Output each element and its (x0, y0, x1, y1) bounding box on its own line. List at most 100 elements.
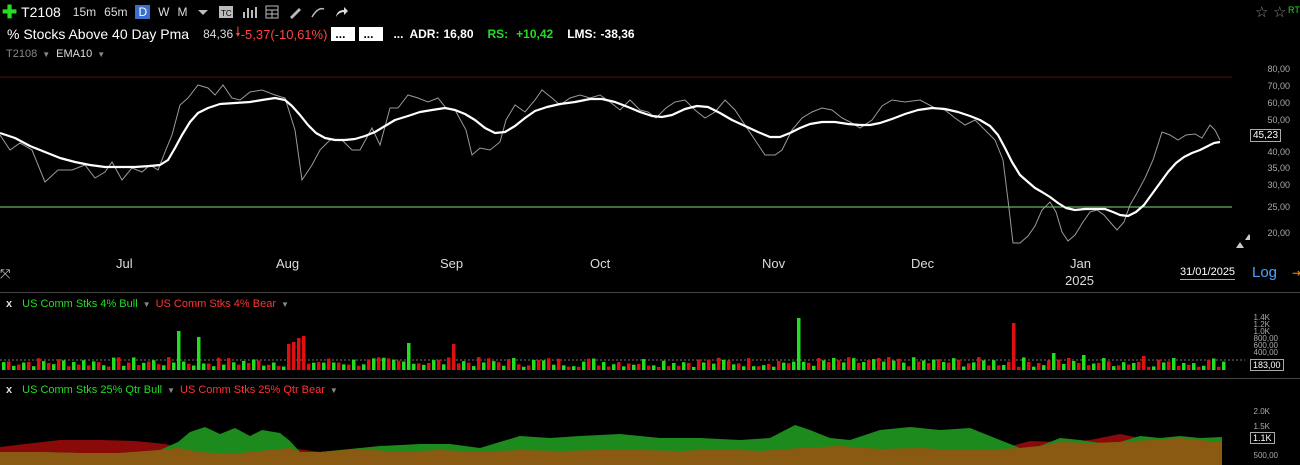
panel-divider[interactable] (0, 378, 1300, 379)
histogram-bar (622, 366, 626, 370)
x-label-jul: Jul (116, 256, 133, 271)
calculator-icon[interactable] (264, 5, 280, 19)
histogram-bar (447, 357, 451, 370)
histogram-bar (602, 362, 606, 370)
y-tick: 1.5K (1253, 422, 1270, 431)
close-icon[interactable]: x (6, 298, 12, 310)
share-icon[interactable] (333, 5, 349, 19)
histogram-bar (902, 362, 906, 370)
chevron-down-icon[interactable]: ▼ (330, 386, 338, 395)
histogram-bar (1122, 362, 1126, 370)
bear-4pct-label[interactable]: US Comm Stks 4% Bear (156, 298, 276, 310)
histogram-bar (357, 365, 361, 370)
realtime-icon[interactable]: RT (1288, 5, 1300, 15)
histogram-bar (317, 362, 321, 370)
histogram-bar (1207, 359, 1211, 370)
histogram-bar (1052, 353, 1056, 370)
chart-toolbar: ✚ T2108 15m 65m D W M TC (0, 0, 1300, 24)
histogram-bar (512, 358, 516, 370)
histogram-bar (867, 359, 871, 370)
histogram-bar (747, 358, 751, 370)
histogram-bar (992, 360, 996, 370)
histogram-bar (962, 366, 966, 370)
histogram-bar (1062, 363, 1066, 370)
histogram-bar (977, 357, 981, 370)
histogram-bar (767, 363, 771, 370)
y-tick: 70,00 (1267, 81, 1290, 91)
histogram-bar (47, 362, 51, 370)
histogram-bar (837, 360, 841, 370)
histogram-bar (282, 366, 286, 370)
panel2-current-value: 183,00 (1250, 359, 1284, 371)
rs-value: +10,42 (516, 27, 554, 41)
chevron-down-icon[interactable]: ▼ (167, 386, 175, 395)
histogram-bar (672, 362, 676, 370)
histogram-bar (202, 363, 206, 370)
histogram-bar (1147, 366, 1151, 370)
chevron-down-icon[interactable]: ▼ (143, 300, 151, 309)
histogram-bar (1067, 357, 1071, 370)
dropdown-icon[interactable] (195, 5, 211, 19)
histogram-bar (922, 360, 926, 370)
x-label-oct: Oct (590, 256, 611, 271)
main-price-chart[interactable] (0, 44, 1250, 289)
histogram-bar (482, 362, 486, 370)
interval-65m[interactable]: 65m (104, 5, 127, 19)
histogram-bar (732, 364, 736, 370)
histogram-bar (1042, 365, 1046, 370)
interval-weekly[interactable]: W (158, 5, 169, 19)
histogram-bar (387, 358, 391, 370)
bar-chart-icon[interactable] (241, 5, 258, 19)
histogram-bar (1152, 366, 1156, 370)
bull-4pct-label[interactable]: US Comm Stks 4% Bull (22, 298, 138, 310)
histogram-bar (412, 363, 416, 370)
histogram-bar (72, 362, 76, 370)
chevron-down-icon[interactable]: ▼ (281, 300, 289, 309)
histogram-bar (657, 366, 661, 370)
link-icon[interactable]: ⇥ (1292, 266, 1300, 280)
histogram-bar (667, 366, 671, 370)
histogram-bar (27, 361, 31, 370)
alert-icon[interactable]: ☆ (1273, 3, 1286, 21)
x-label-jan: Jan (1070, 256, 1091, 271)
histogram-bar (442, 364, 446, 370)
histogram-bar (112, 357, 116, 370)
histogram-bar (642, 359, 646, 370)
histogram-bar (1132, 362, 1136, 370)
histogram-bar (982, 360, 986, 370)
histogram-bar (247, 362, 251, 370)
histogram-bar (92, 361, 96, 370)
interval-daily[interactable]: D (135, 5, 151, 19)
histogram-bar (1182, 362, 1186, 370)
histogram-bar (707, 359, 711, 370)
histogram-bar (842, 362, 846, 370)
zoom-reset-icon[interactable]: ⤧ (0, 266, 10, 282)
symbol-label[interactable]: T2108 (21, 4, 61, 20)
pencil-icon[interactable] (287, 5, 303, 19)
interval-15m[interactable]: 15m (73, 5, 96, 19)
indicator-icon[interactable]: TC (218, 5, 234, 19)
histogram-bar (17, 364, 21, 370)
histogram-bar (1112, 366, 1116, 370)
add-symbol-icon[interactable]: ✚ (2, 3, 17, 21)
draw-tool-icon[interactable] (310, 5, 326, 19)
histogram-bar (257, 360, 261, 370)
histogram-bar (307, 363, 311, 370)
histogram-bar (737, 363, 741, 370)
breadth-25pct-area-chart[interactable] (0, 395, 1250, 465)
histogram-bar (792, 361, 796, 370)
histogram-bar (522, 366, 526, 370)
breadth-4pct-histogram[interactable] (0, 310, 1250, 376)
panel-divider[interactable] (0, 292, 1300, 293)
histogram-bar (42, 361, 46, 370)
log-scale-toggle[interactable]: Log (1252, 264, 1277, 281)
histogram-bar (407, 343, 411, 370)
histogram-bar (97, 362, 101, 370)
histogram-bar (937, 359, 941, 370)
histogram-bar (452, 344, 456, 370)
histogram-bar (472, 366, 476, 370)
favorite-star-icon[interactable]: ☆ (1255, 3, 1268, 21)
histogram-bar (727, 360, 731, 370)
interval-monthly[interactable]: M (177, 5, 187, 19)
y-tick: 40,00 (1267, 147, 1290, 157)
